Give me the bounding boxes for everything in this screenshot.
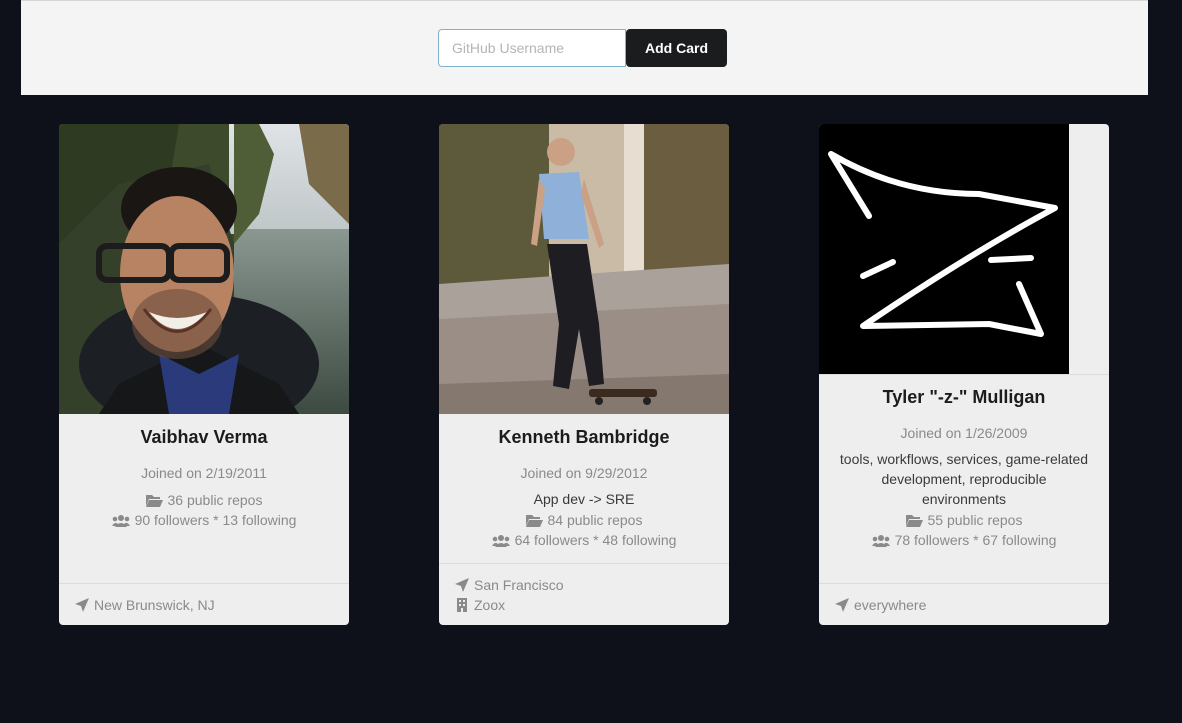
followers-count: 64 followers * 48 following xyxy=(514,532,677,548)
location-text: San Francisco xyxy=(474,577,564,593)
card-name: Kenneth Bambridge xyxy=(498,427,670,447)
repos-stat: 84 public repos xyxy=(439,510,729,530)
location-arrow-icon xyxy=(455,578,469,592)
folder-open-icon xyxy=(905,515,923,527)
github-username-input[interactable] xyxy=(438,29,626,67)
followers-count: 90 followers * 13 following xyxy=(134,512,297,528)
profile-card: Tyler "-z-" Mulligan Joined on 1/26/2009… xyxy=(819,124,1109,625)
bio: tools, workflows, services, game-related… xyxy=(839,451,1089,507)
card-footer: San Francisco Zoox xyxy=(439,563,729,625)
top-bar: Add Card xyxy=(21,0,1148,95)
followers-count: 78 followers * 67 following xyxy=(894,532,1057,548)
users-icon xyxy=(871,535,890,547)
location-row: everywhere xyxy=(835,595,926,615)
avatar xyxy=(439,124,729,414)
card-name: Vaibhav Verma xyxy=(140,427,268,447)
building-icon xyxy=(457,598,467,612)
location-arrow-icon xyxy=(75,598,89,612)
users-icon xyxy=(111,515,130,527)
location-row: San Francisco xyxy=(455,575,563,595)
repos-count: 36 public repos xyxy=(167,492,263,508)
repos-stat: 55 public repos xyxy=(819,510,1109,530)
folder-open-icon xyxy=(145,495,163,507)
joined-date: Joined on 2/19/2011 xyxy=(141,465,267,481)
location-text: everywhere xyxy=(854,597,927,613)
avatar xyxy=(59,124,349,414)
card-footer: everywhere xyxy=(819,583,1109,625)
divider xyxy=(819,374,1109,375)
users-icon xyxy=(491,535,510,547)
repos-stat: 36 public repos xyxy=(59,490,349,510)
repos-count: 84 public repos xyxy=(547,512,643,528)
joined-date: Joined on 1/26/2009 xyxy=(900,425,1028,441)
followers-stat: 90 followers * 13 following xyxy=(59,510,349,530)
followers-stat: 78 followers * 67 following xyxy=(819,530,1109,550)
profile-card: Vaibhav Verma Joined on 2/19/2011 36 pub… xyxy=(59,124,349,625)
company-text: Zoox xyxy=(474,597,506,613)
repos-count: 55 public repos xyxy=(927,512,1023,528)
avatar xyxy=(819,124,1069,374)
add-card-button[interactable]: Add Card xyxy=(626,29,727,67)
joined-date: Joined on 9/29/2012 xyxy=(520,465,648,481)
location-row: New Brunswick, NJ xyxy=(75,595,215,615)
location-arrow-icon xyxy=(835,598,849,612)
card-footer: New Brunswick, NJ xyxy=(59,583,349,625)
location-text: New Brunswick, NJ xyxy=(94,597,215,613)
company-row: Zoox xyxy=(455,595,505,615)
followers-stat: 64 followers * 48 following xyxy=(439,530,729,550)
profile-card: Kenneth Bambridge Joined on 9/29/2012 Ap… xyxy=(439,124,729,625)
folder-open-icon xyxy=(525,515,543,527)
bio: App dev -> SRE xyxy=(533,491,635,507)
card-name: Tyler "-z-" Mulligan xyxy=(882,387,1046,407)
